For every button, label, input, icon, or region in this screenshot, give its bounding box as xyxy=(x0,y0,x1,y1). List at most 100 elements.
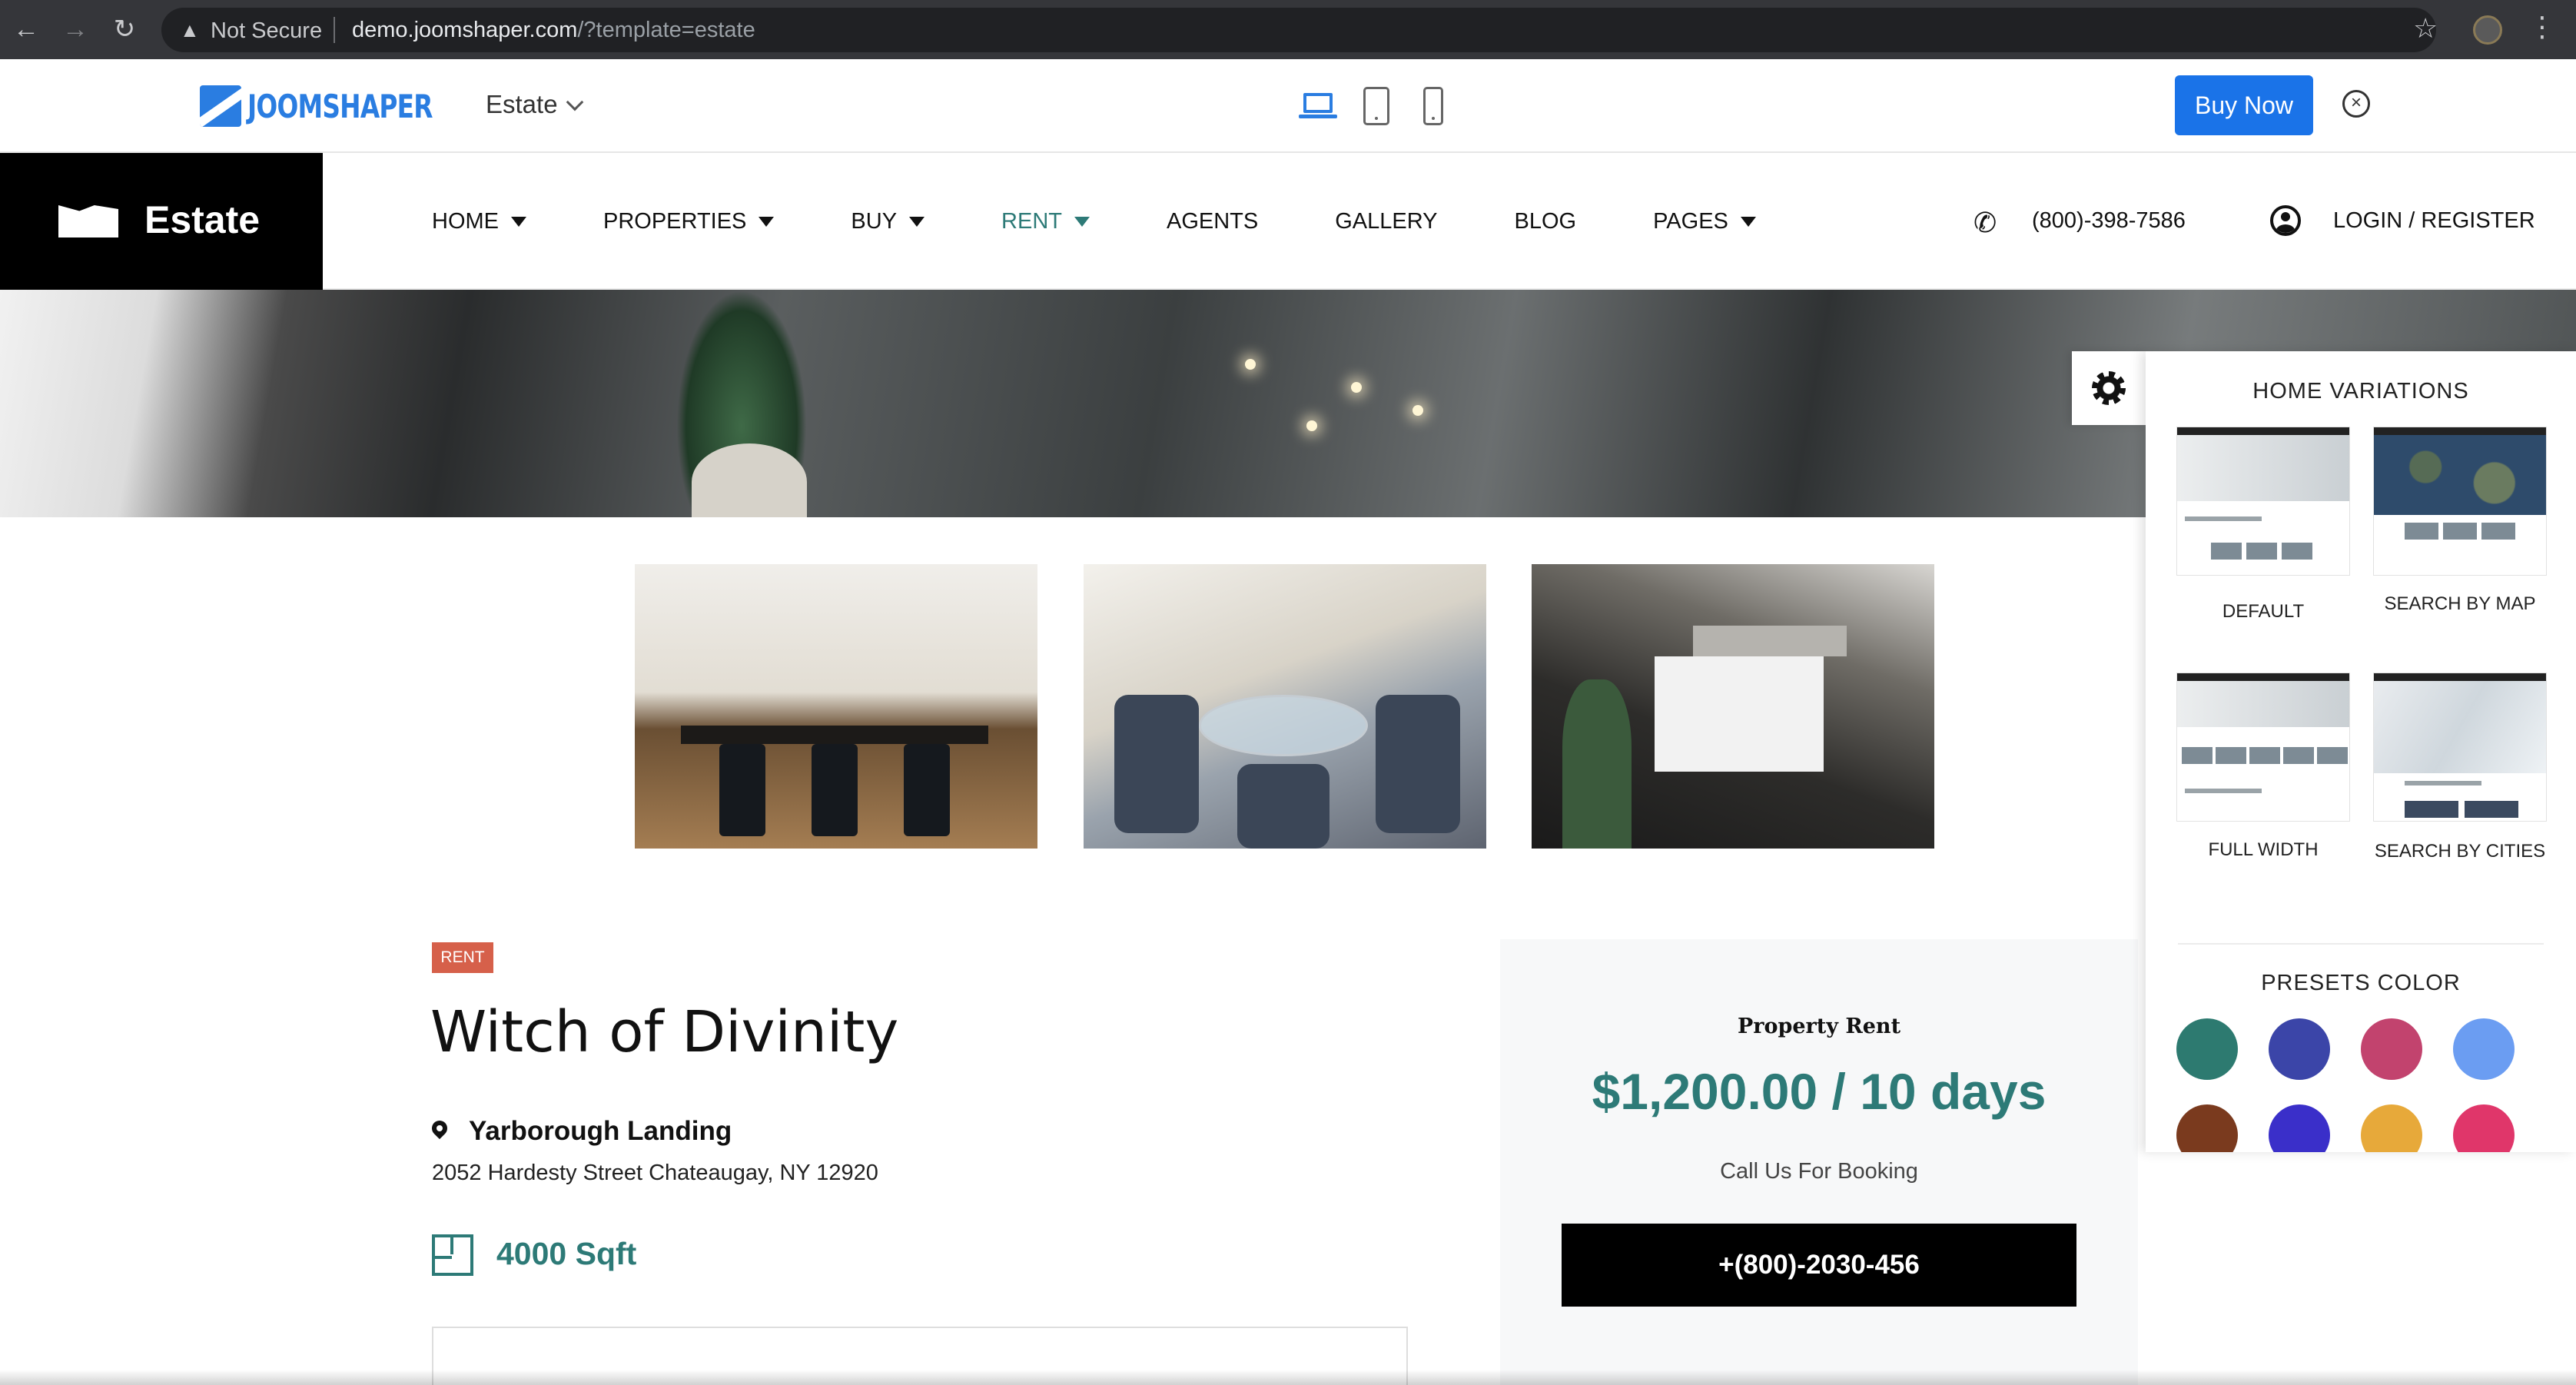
variation-label-search-by-map[interactable]: SEARCH BY MAP xyxy=(2360,590,2560,619)
call-for-booking-text: Call Us For Booking xyxy=(1720,1159,1918,1184)
address-separator xyxy=(334,17,335,43)
login-register-link[interactable]: LOGIN / REGISTER xyxy=(2333,208,2535,234)
color-swatch[interactable] xyxy=(2453,1018,2515,1080)
variation-label-full-width[interactable]: FULL WIDTH xyxy=(2163,835,2363,865)
nav-item-gallery[interactable]: GALLERY xyxy=(1335,209,1437,234)
hero-light xyxy=(1412,405,1423,416)
mobile-phone-icon[interactable] xyxy=(1423,87,1443,125)
address-bar[interactable]: ▲ Not Secure demo.joomshaper.com/?templa… xyxy=(161,8,2436,52)
caret-down-icon xyxy=(1074,216,1090,227)
chair xyxy=(1114,695,1199,833)
hero-pot xyxy=(692,443,807,517)
variation-thumb-search-by-cities[interactable] xyxy=(2373,673,2547,822)
nav-item-label: PROPERTIES xyxy=(603,208,747,234)
laptop-icon[interactable] xyxy=(1299,87,1337,125)
bookmark-star-icon[interactable]: ☆ xyxy=(2413,12,2438,45)
rent-price: $1,200.00 / 10 days xyxy=(1592,1063,2047,1120)
caret-down-icon xyxy=(759,216,775,227)
kitchen-counter xyxy=(1655,656,1824,772)
phone-icon: ✆ xyxy=(1973,207,1997,238)
tablet-icon[interactable] xyxy=(1363,87,1389,125)
estate-logo-icon xyxy=(58,205,118,237)
nav-item-label: PAGES xyxy=(1653,208,1728,234)
home-variations-panel: HOME VARIATIONS DEFAULT SEARCH BY MAP FU… xyxy=(2146,351,2576,1152)
nav-item-buy[interactable]: BUY xyxy=(851,209,925,234)
forward-arrow-icon[interactable]: → xyxy=(58,12,92,46)
caret-down-icon xyxy=(909,216,925,227)
nav-item-agents[interactable]: AGENTS xyxy=(1167,209,1258,234)
browser-toolbar: ← → ↻ ▲ Not Secure demo.joomshaper.com/?… xyxy=(0,0,2576,59)
buy-now-button[interactable]: Buy Now xyxy=(2175,75,2313,135)
map-pin-icon xyxy=(432,1121,447,1142)
variation-label-search-by-cities[interactable]: SEARCH BY CITIES xyxy=(2360,837,2560,866)
nav-item-properties[interactable]: PROPERTIES xyxy=(603,208,775,234)
back-arrow-icon[interactable]: ← xyxy=(9,12,43,46)
security-label: Not Secure xyxy=(211,18,323,43)
url-path: /?template=estate xyxy=(577,18,755,42)
property-address: 2052 Hardesty Street Chateaugay, NY 1292… xyxy=(432,1161,878,1185)
gallery-photo[interactable] xyxy=(1084,564,1486,849)
presets-heading: PRESETS COLOR xyxy=(2261,971,2461,995)
dining-table xyxy=(681,726,988,744)
nav-item-home[interactable]: HOME xyxy=(432,209,526,234)
reload-icon[interactable]: ↻ xyxy=(108,12,141,46)
plant xyxy=(1562,679,1632,849)
color-swatch[interactable] xyxy=(2269,1018,2330,1080)
site-header: Estate HOME PROPERTIES BUY RENT AGENTS G… xyxy=(0,153,2576,290)
property-title: Witch of Divinity xyxy=(430,999,899,1065)
chair xyxy=(812,744,858,836)
caret-down-icon xyxy=(511,216,526,227)
profile-avatar[interactable] xyxy=(2473,15,2502,45)
color-swatch[interactable] xyxy=(2176,1104,2238,1152)
demo-toolbar: JOOMSHAPER Estate Buy Now × xyxy=(0,59,2576,153)
nav-item-label: RENT xyxy=(1001,208,1062,234)
color-swatch[interactable] xyxy=(2361,1018,2422,1080)
rent-label: Property Rent xyxy=(1737,1015,1901,1038)
url-text[interactable]: demo.joomshaper.com/?template=estate xyxy=(352,18,755,43)
browser-menu-icon[interactable]: ⋮ xyxy=(2528,11,2556,43)
nav-item-label: HOME xyxy=(432,208,499,234)
color-swatch[interactable] xyxy=(2361,1104,2422,1152)
template-select[interactable]: Estate xyxy=(486,90,583,119)
hero-light xyxy=(1351,382,1362,393)
nav-item-rent[interactable]: RENT xyxy=(1001,209,1090,234)
close-icon[interactable]: × xyxy=(2342,90,2370,118)
nav-item-pages[interactable]: PAGES xyxy=(1653,209,1756,234)
chair xyxy=(1376,695,1460,833)
warning-icon: ▲ xyxy=(180,18,200,42)
glass-table xyxy=(1199,695,1368,756)
color-swatch[interactable] xyxy=(2453,1104,2515,1152)
property-area: 4000 Sqft xyxy=(496,1236,637,1271)
chair xyxy=(1237,764,1329,849)
chair xyxy=(904,744,950,836)
caret-down-icon xyxy=(1740,216,1756,227)
main-nav: HOME PROPERTIES BUY RENT AGENTS GALLERY … xyxy=(432,153,1833,290)
variation-thumb-full-width[interactable] xyxy=(2176,673,2350,822)
nav-item-label: BUY xyxy=(851,208,898,234)
panel-divider xyxy=(2178,943,2544,945)
site-logo[interactable]: Estate xyxy=(0,153,323,290)
joomshaper-wordmark: JOOMSHAPER xyxy=(247,87,433,125)
floorplan-icon xyxy=(432,1234,473,1276)
header-phone-number[interactable]: (800)-398-7586 xyxy=(2032,208,2186,234)
variation-thumb-default[interactable] xyxy=(2176,427,2350,576)
bottom-shadow xyxy=(0,1370,2576,1385)
user-icon xyxy=(2270,205,2301,236)
gallery-photo[interactable] xyxy=(635,564,1037,849)
booking-phone-button[interactable]: +(800)-2030-456 xyxy=(1562,1224,2076,1307)
gear-icon xyxy=(2092,371,2126,405)
variation-thumb-search-by-map[interactable] xyxy=(2373,427,2547,576)
site-name: Estate xyxy=(144,198,261,241)
gallery-photo[interactable] xyxy=(1532,564,1934,849)
panel-heading: HOME VARIATIONS xyxy=(2252,379,2469,404)
property-location: Yarborough Landing xyxy=(469,1116,732,1146)
color-swatch[interactable] xyxy=(2176,1018,2238,1080)
nav-item-blog[interactable]: BLOG xyxy=(1515,209,1577,234)
color-swatch[interactable] xyxy=(2269,1104,2330,1152)
settings-toggle[interactable] xyxy=(2072,351,2146,425)
joomshaper-logo[interactable]: JOOMSHAPER xyxy=(200,85,485,127)
status-badge: RENT xyxy=(432,942,493,973)
url-host: demo.joomshaper.com xyxy=(352,18,578,42)
chair xyxy=(719,744,765,836)
variation-label-default[interactable]: DEFAULT xyxy=(2163,597,2363,626)
